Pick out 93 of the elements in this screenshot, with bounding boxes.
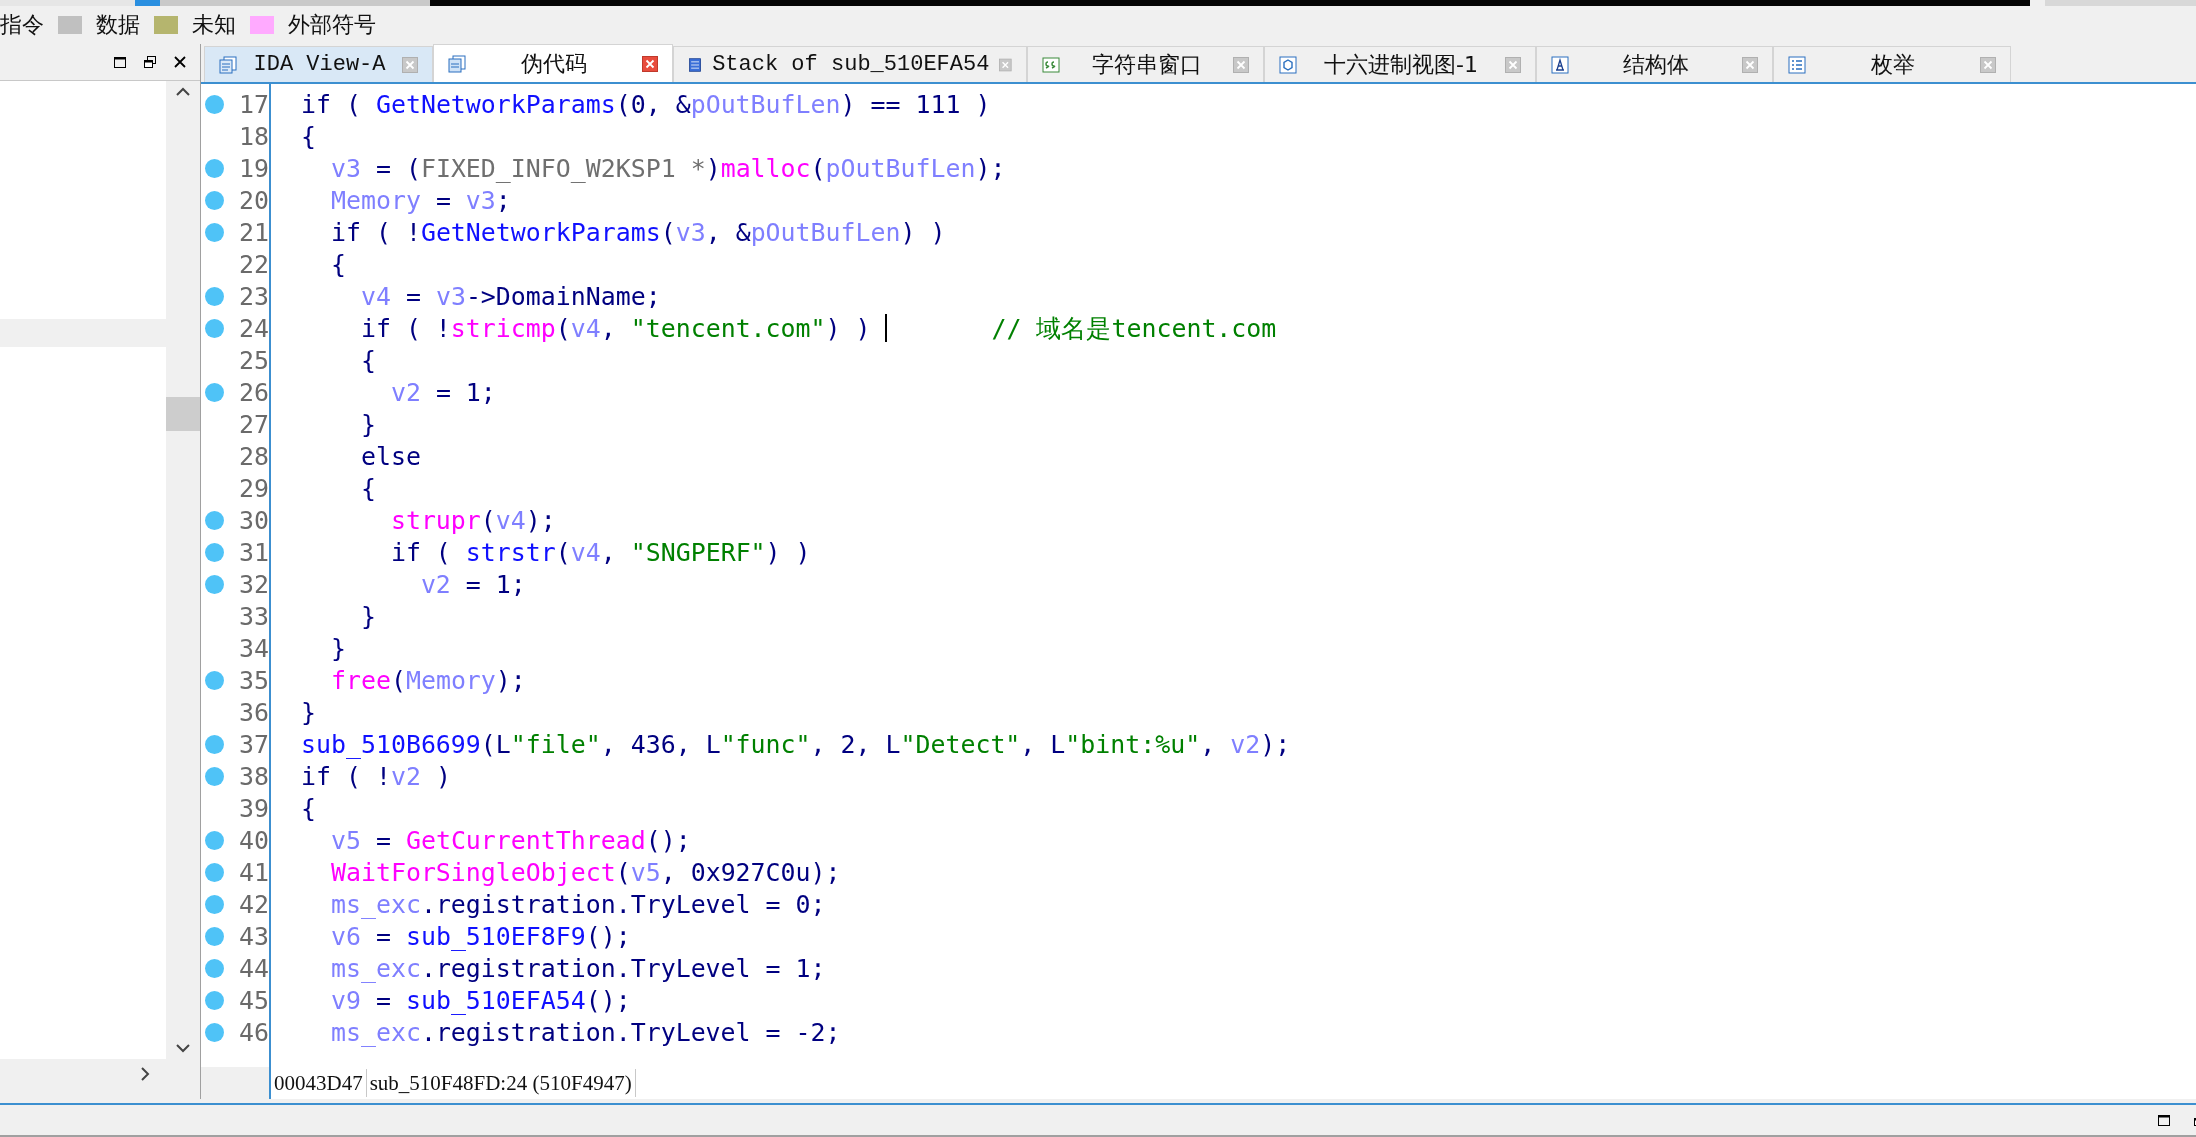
scroll-down-icon[interactable] [175, 1043, 191, 1053]
code-line: } [359, 601, 376, 631]
code-line: } [329, 633, 346, 663]
line-number: 25 [239, 345, 269, 375]
code-comment: // 域名是tencent.com [991, 312, 1277, 345]
line-number: 43 [239, 921, 269, 951]
code-line: v2 = 1; [389, 377, 496, 407]
line-number: 20 [239, 185, 269, 215]
code-line: else [359, 441, 421, 471]
tab[interactable]: IDA View-A [204, 46, 433, 82]
restore-icon [144, 56, 156, 68]
maximize-button[interactable] [112, 54, 128, 70]
line-number: 45 [239, 985, 269, 1015]
tab[interactable]: Stack of sub_510EFA54 [673, 46, 1027, 82]
line-number: 35 [239, 665, 269, 695]
line-number: 33 [239, 601, 269, 631]
close-button[interactable] [172, 54, 188, 70]
code-line: ms_exc.registration.TryLevel = 1; [329, 953, 826, 983]
code-line: } [359, 409, 376, 439]
line-number: 24 [239, 313, 269, 343]
maximize-icon [114, 56, 126, 68]
line-number: 30 [239, 505, 269, 535]
code-line: Memory = v3; [329, 185, 511, 215]
scroll-right-icon[interactable] [140, 1066, 150, 1082]
maximize-icon [2158, 1114, 2170, 1126]
code-line: if ( !v2 ) [301, 761, 451, 791]
line-number: 29 [239, 473, 269, 503]
line-number: 23 [239, 281, 269, 311]
legend-label: 外部符号 [288, 11, 376, 39]
restore-button[interactable] [142, 54, 158, 70]
code-line: v2 = 1; [419, 569, 526, 599]
line-number: 28 [239, 441, 269, 471]
line-number: 40 [239, 825, 269, 855]
legend-label: 指令 [0, 11, 44, 39]
line-number: 34 [239, 633, 269, 663]
line-number: 38 [239, 761, 269, 791]
code-line: if ( GetNetworkParams(0, &pOutBufLen) == 111 ) [301, 89, 991, 119]
line-number: 42 [239, 889, 269, 919]
line-number: 19 [239, 153, 269, 183]
code-line: v5 = GetCurrentThread(); [329, 825, 691, 855]
code-line: v6 = sub_510EF8F9(); [329, 921, 631, 951]
tab[interactable]: 十六进制视图-1 [1264, 46, 1536, 82]
line-number: 17 [239, 89, 269, 119]
code-line: sub_510B6699(L"file", 436, L"func", 2, L"Detect", L"bint:%u", v2); [301, 729, 1291, 759]
code-line: v4 = v3->DomainName; [359, 281, 661, 311]
code-line: { [301, 121, 316, 151]
code-line: WaitForSingleObject(v5, 0x927C0u); [329, 857, 841, 887]
code-line: { [359, 345, 376, 375]
close-icon [174, 56, 186, 68]
line-number: 27 [239, 409, 269, 439]
tab[interactable]: 伪代码 [433, 44, 673, 82]
code-line: strupr(v4); [389, 505, 556, 535]
string-icon [1042, 55, 1060, 74]
code-line: if ( !stricmp(v4, "tencent.com") ) [359, 313, 871, 343]
line-number: 46 [239, 1017, 269, 1047]
code-line: { [359, 473, 376, 503]
line-number: 32 [239, 569, 269, 599]
struct-icon [1551, 55, 1569, 74]
code-line: { [329, 249, 346, 279]
close-icon[interactable] [642, 55, 658, 72]
line-number: 39 [239, 793, 269, 823]
scroll-up-icon[interactable] [175, 87, 191, 97]
line-number: 18 [239, 121, 269, 151]
line-number: 26 [239, 377, 269, 407]
code-line: v9 = sub_510EFA54(); [329, 985, 631, 1015]
stack-icon [688, 55, 703, 74]
code-line: if ( !GetNetworkParams(v3, &pOutBufLen) ) [329, 217, 946, 247]
status-address: 00043D47 [271, 1069, 367, 1097]
tab[interactable]: 结构体 [1536, 46, 1773, 82]
line-number: 37 [239, 729, 269, 759]
scroll-thumb[interactable] [166, 397, 200, 431]
code-line: ms_exc.registration.TryLevel = 0; [329, 889, 826, 919]
list-icon [1788, 55, 1806, 74]
line-number: 36 [239, 697, 269, 727]
tab[interactable]: 枚举 [1773, 46, 2011, 82]
code-line: } [301, 697, 316, 727]
line-number: 44 [239, 953, 269, 983]
status-location: sub_510F48FD:24 (510F4947) [366, 1069, 636, 1097]
document-icon [448, 54, 466, 73]
code-line: ms_exc.registration.TryLevel = -2; [329, 1017, 841, 1047]
code-line: free(Memory); [329, 665, 526, 695]
code-line: { [301, 793, 316, 823]
maximize-button[interactable] [2156, 1112, 2172, 1128]
line-number: 31 [239, 537, 269, 567]
legend-label: 未知 [192, 11, 236, 39]
document-icon [219, 55, 237, 74]
line-number: 21 [239, 217, 269, 247]
code-line: v3 = (FIXED_INFO_W2KSP1 *)malloc(pOutBufLen); [329, 153, 1006, 183]
line-number: 22 [239, 249, 269, 279]
code-line: if ( strstr(v4, "SNGPERF") ) [389, 537, 811, 567]
tab[interactable]: 字符串窗口 [1027, 46, 1264, 82]
legend-label: 数据 [96, 11, 140, 39]
line-number: 41 [239, 857, 269, 887]
